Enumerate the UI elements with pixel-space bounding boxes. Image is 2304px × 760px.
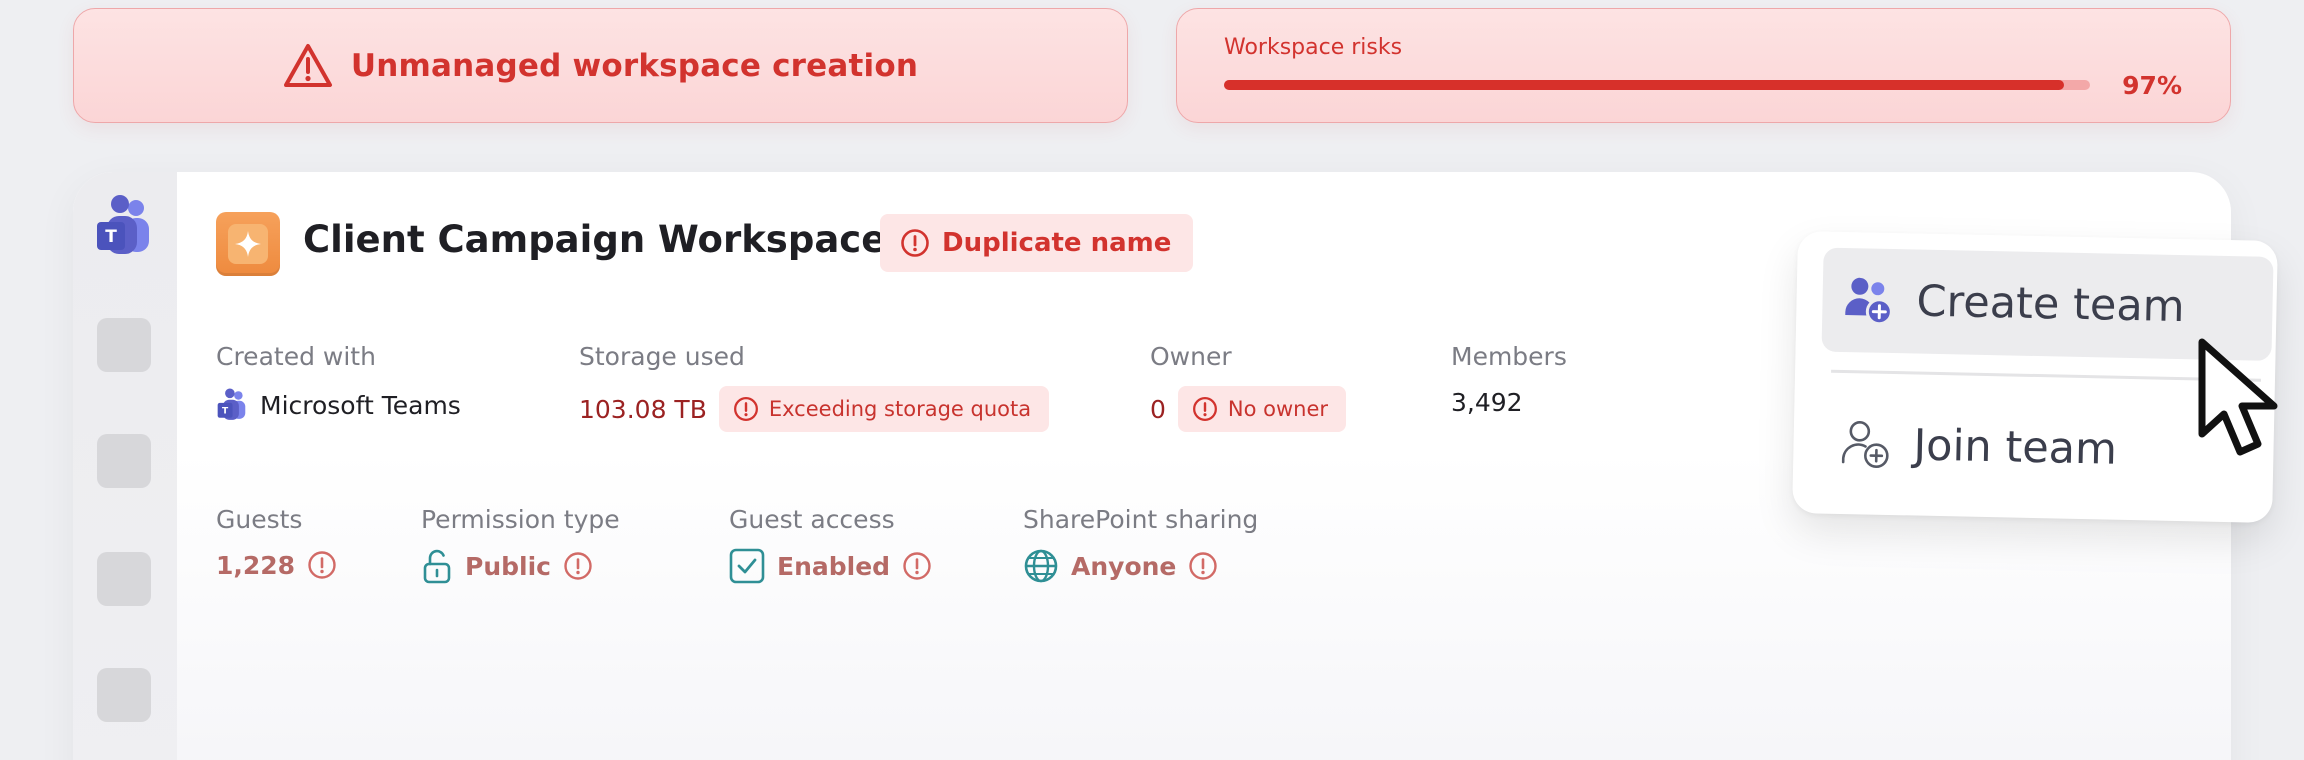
risk-label: Workspace risks xyxy=(1224,35,1403,60)
risk-progress-fill xyxy=(1224,80,2065,90)
workspace-logo xyxy=(216,212,280,276)
storage-used-label: Storage used xyxy=(579,342,745,371)
alert-circle-icon xyxy=(308,551,336,579)
risk-progress-bar xyxy=(1224,80,2090,90)
members-value: 3,492 xyxy=(1451,388,1523,417)
guests-text: 1,228 xyxy=(216,550,296,580)
create-team-label: Create team xyxy=(1916,276,2186,333)
join-team-label: Join team xyxy=(1913,420,2118,475)
checkbox-checked-icon xyxy=(729,548,765,584)
banner-title: Unmanaged workspace creation xyxy=(350,47,919,84)
guest-access-value: Enabled xyxy=(729,548,932,584)
mouse-pointer-icon xyxy=(2198,338,2278,456)
alert-circle-icon xyxy=(1189,552,1218,580)
storage-used-text: 103.08 TB xyxy=(579,394,707,424)
owner-label: Owner xyxy=(1150,342,1232,371)
sharepoint-sharing-text: Anyone xyxy=(1071,551,1177,581)
guests-label: Guests xyxy=(216,505,303,534)
alert-circle-icon xyxy=(564,552,592,580)
join-team-icon xyxy=(1841,421,1889,468)
duplicate-name-badge: Duplicate name xyxy=(880,214,1194,272)
permission-type-text: Public xyxy=(465,551,551,581)
globe-icon xyxy=(1024,549,1058,583)
storage-quota-warning-text: Exceeding storage quota xyxy=(768,397,1032,421)
svg-text:T: T xyxy=(222,407,229,417)
risk-percent: 97% xyxy=(2122,71,2182,100)
guest-access-label: Guest access xyxy=(729,505,895,534)
storage-used-value: 103.08 TB Exceeding storage quota xyxy=(579,386,1050,432)
teams-app-icon[interactable]: T xyxy=(95,194,153,258)
unlock-icon xyxy=(423,549,451,584)
duplicate-name-label: Duplicate name xyxy=(942,228,1172,258)
alert-circle-icon xyxy=(1192,397,1217,421)
warning-triangle-icon xyxy=(283,43,332,87)
microsoft-teams-icon: T xyxy=(217,388,246,420)
permission-type-label: Permission type xyxy=(421,505,620,534)
app-rail: T xyxy=(73,172,177,760)
rail-app-slot[interactable] xyxy=(97,552,151,606)
sharepoint-sharing-value: Anyone xyxy=(1023,548,1218,584)
guests-value: 1,228 xyxy=(216,550,337,580)
svg-text:T: T xyxy=(105,227,117,247)
guest-access-text: Enabled xyxy=(777,551,891,581)
members-label: Members xyxy=(1451,342,1567,371)
alert-circle-icon xyxy=(901,229,929,257)
sparkle-icon xyxy=(235,231,261,257)
owner-value: 0 No owner xyxy=(1150,386,1347,432)
rail-app-slot[interactable] xyxy=(97,434,151,488)
owner-text: 0 xyxy=(1150,394,1166,424)
members-text: 3,492 xyxy=(1451,388,1523,417)
no-owner-warning: No owner xyxy=(1177,386,1347,432)
workspace-risks-banner: Workspace risks 97% xyxy=(1176,8,2231,123)
permission-type-value: Public xyxy=(421,548,593,584)
created-with-label: Created with xyxy=(216,342,376,371)
alert-circle-icon xyxy=(733,397,758,421)
sharepoint-sharing-label: SharePoint sharing xyxy=(1023,505,1259,534)
created-with-text: Microsoft Teams xyxy=(260,390,461,420)
storage-quota-warning: Exceeding storage quota xyxy=(718,386,1050,432)
rail-app-slot[interactable] xyxy=(97,318,151,372)
no-owner-text: No owner xyxy=(1227,397,1329,421)
create-team-icon xyxy=(1845,277,1893,326)
alert-circle-icon xyxy=(903,552,931,580)
workspace-title: Client Campaign Workspace xyxy=(303,218,887,261)
created-with-value: T Microsoft Teams xyxy=(216,388,461,422)
rail-app-slot[interactable] xyxy=(97,668,151,722)
unmanaged-workspace-banner: Unmanaged workspace creation xyxy=(73,8,1128,123)
